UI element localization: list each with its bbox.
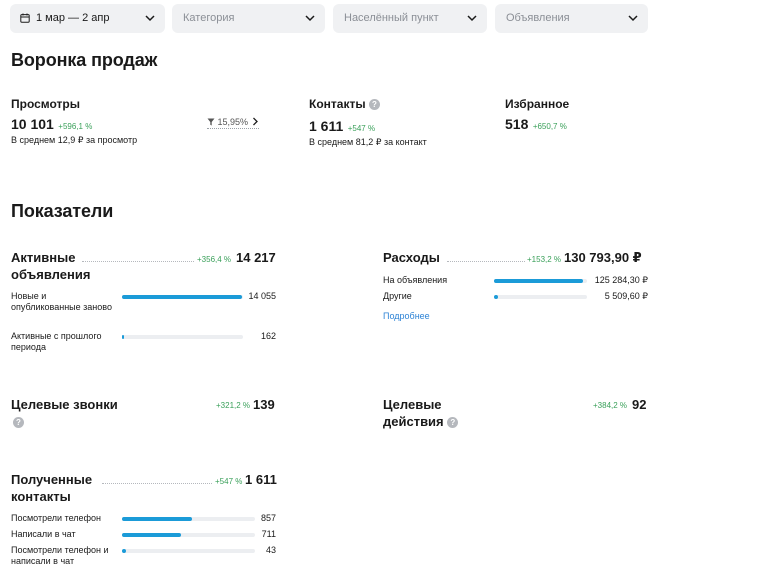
favorites-metric: 518 +650,7 %	[505, 116, 567, 134]
progress-bar	[122, 295, 243, 299]
calls-value: 139	[253, 397, 275, 412]
progress-fill	[122, 533, 181, 537]
contacts-label-group: Контакты ?	[309, 97, 380, 111]
city-placeholder: Населённый пункт	[344, 12, 439, 24]
ads-filter[interactable]: Объявления	[495, 4, 648, 33]
actions-title: Целевые действия	[383, 397, 444, 429]
received-row-value: 857	[260, 513, 276, 523]
progress-bar	[494, 295, 587, 299]
received-change: +547 %	[215, 477, 243, 486]
contacts-metric: 1 611 +547 %	[309, 118, 375, 136]
calls-title: Целевые звонки	[11, 397, 118, 412]
expenses-details-link[interactable]: Подробнее	[383, 311, 430, 321]
progress-fill	[122, 549, 126, 553]
expenses-title: Расходы	[383, 250, 440, 265]
active-row-value: 14 055	[248, 291, 276, 301]
received-row-value: 711	[261, 529, 276, 539]
active-row-label: Новые и опубликованные заново	[11, 291, 112, 312]
contacts-value: 1 611	[309, 118, 344, 134]
active-row-label: Активные с прошлого периода	[11, 331, 102, 352]
progress-fill	[494, 295, 498, 299]
active-row-value: 162	[260, 331, 276, 341]
actions-title-group: Целевые действия ?	[383, 396, 463, 430]
expenses-change: +153,2 %	[527, 255, 562, 264]
progress-fill	[122, 295, 242, 299]
progress-bar	[122, 335, 243, 339]
date-range-filter[interactable]: 1 мар — 2 апр	[10, 4, 165, 33]
actions-change: +384,2 %	[593, 401, 628, 410]
conversion-link[interactable]: 15,95%	[207, 117, 259, 129]
help-icon[interactable]: ?	[368, 99, 380, 110]
contacts-change: +547 %	[347, 124, 376, 133]
progress-fill	[494, 279, 584, 283]
dotted-leader	[102, 483, 212, 484]
indicators-title: Показатели	[11, 201, 114, 221]
received-row-value: 43	[265, 545, 276, 555]
conversion-value: 15,95%	[217, 117, 249, 127]
progress-bar	[494, 279, 587, 283]
chevron-right-icon	[252, 117, 258, 126]
favorites-change: +650,7 %	[532, 122, 567, 131]
dotted-leader	[82, 261, 194, 262]
expenses-row-label: Другие	[383, 291, 412, 301]
received-title: Полученные контакты	[11, 472, 93, 504]
chevron-down-icon	[628, 15, 638, 22]
date-range-label: 1 мар — 2 апр	[36, 12, 110, 24]
dotted-leader	[447, 261, 525, 262]
actions-value: 92	[632, 397, 647, 412]
received-row-label: Посмотрели телефон и написали в чат	[11, 545, 109, 564]
progress-fill	[122, 335, 125, 339]
received-value: 1 611	[245, 472, 277, 487]
calls-change: +321,2 %	[216, 401, 251, 410]
views-value: 10 101	[11, 116, 54, 132]
help-icon[interactable]: ?	[447, 417, 459, 428]
calendar-icon	[20, 13, 30, 23]
active-title: Активные объявления	[11, 250, 91, 282]
city-filter[interactable]: Населённый пункт	[333, 4, 487, 33]
help-icon[interactable]: ?	[13, 417, 24, 428]
chevron-down-icon	[467, 15, 477, 22]
category-filter[interactable]: Категория	[172, 4, 325, 33]
views-label: Просмотры	[11, 97, 81, 111]
received-row-label: Посмотрели телефон	[11, 513, 101, 523]
chevron-down-icon	[145, 15, 155, 22]
views-note: В среднем 12,9 ₽ за просмотр	[11, 135, 138, 145]
contacts-label: Контакты	[309, 97, 366, 111]
funnel-title: Воронка продаж	[11, 50, 158, 70]
progress-bar	[122, 533, 255, 537]
expenses-row-value: 125 284,30 ₽	[594, 275, 648, 285]
received-row-label: Написали в чат	[11, 529, 76, 539]
views-change: +596,1 %	[58, 122, 93, 131]
expenses-row-label: На объявления	[383, 275, 448, 285]
expenses-row-value: 5 509,60 ₽	[604, 291, 648, 301]
progress-bar	[122, 549, 255, 553]
chevron-down-icon	[305, 15, 315, 22]
ads-placeholder: Объявления	[506, 12, 570, 24]
expenses-value: 130 793,90 ₽	[564, 250, 642, 265]
views-metric: 10 101 +596,1 %	[11, 116, 92, 134]
progress-fill	[122, 517, 193, 521]
favorites-label: Избранное	[505, 97, 570, 111]
category-placeholder: Категория	[183, 12, 235, 24]
active-change: +356,4 %	[197, 255, 232, 264]
contacts-note: В среднем 81,2 ₽ за контакт	[309, 137, 427, 147]
active-value: 14 217	[236, 250, 276, 265]
funnel-icon	[207, 118, 215, 126]
favorites-value: 518	[505, 116, 529, 132]
progress-bar	[122, 517, 255, 521]
